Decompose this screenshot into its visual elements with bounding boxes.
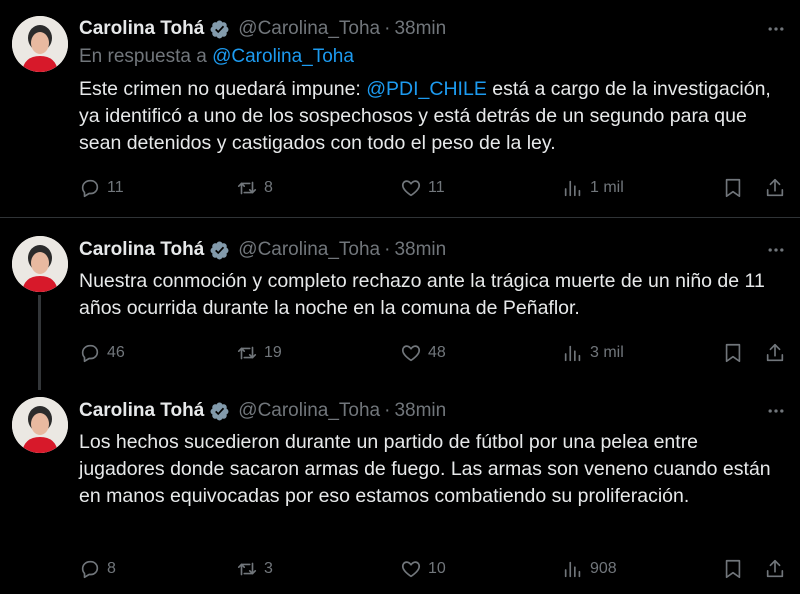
timestamp[interactable]: 38min	[394, 400, 446, 422]
action-bar: 8 3 10 908	[0, 554, 800, 584]
separator: ·	[384, 400, 391, 421]
retweet-button[interactable]: 3	[236, 554, 273, 584]
verified-badge-icon	[210, 241, 229, 259]
retweet-count: 19	[264, 344, 282, 361]
like-count: 48	[428, 344, 446, 361]
reply-count: 11	[107, 179, 124, 196]
reply-icon	[81, 179, 99, 198]
separator: ·	[384, 239, 391, 260]
reply-prefix: En respuesta a	[79, 46, 207, 67]
more-options-icon[interactable]	[764, 399, 788, 423]
views-count: 908	[590, 560, 617, 577]
avatar[interactable]	[12, 236, 68, 292]
tweet-2[interactable]: Carolina Tohá @Carolina_Toha · 38min Nue…	[0, 219, 800, 390]
bookmark-button[interactable]	[722, 173, 744, 203]
author-handle[interactable]: @Carolina_Toha	[238, 18, 380, 40]
retweet-icon	[237, 562, 257, 576]
bookmark-icon	[725, 343, 741, 363]
share-button[interactable]	[764, 554, 786, 584]
like-button[interactable]: 11	[400, 173, 445, 203]
heart-icon	[401, 345, 421, 362]
like-count: 11	[428, 179, 445, 196]
views-chart-icon	[564, 180, 581, 197]
reply-button[interactable]: 8	[79, 554, 116, 584]
tweet-text: Este crimen no quedará impune: @PDI_CHIL…	[79, 76, 779, 157]
like-button[interactable]: 48	[400, 338, 446, 368]
share-icon	[766, 178, 784, 197]
timestamp[interactable]: 38min	[394, 18, 446, 40]
bookmark-button[interactable]	[722, 554, 744, 584]
reply-icon	[81, 560, 99, 579]
heart-icon	[401, 561, 421, 578]
reply-context: En respuesta a @Carolina_Toha	[79, 46, 354, 68]
tweet-text: Los hechos sucedieron durante un partido…	[79, 431, 771, 507]
retweet-button[interactable]: 19	[236, 338, 282, 368]
retweet-button[interactable]: 8	[236, 173, 273, 203]
views-chart-icon	[564, 561, 581, 578]
verified-badge-icon	[210, 20, 229, 38]
bookmark-button[interactable]	[722, 338, 744, 368]
tweet-3[interactable]: Carolina Tohá @Carolina_Toha · 38min Los…	[0, 389, 800, 594]
bookmark-icon	[725, 178, 741, 198]
reply-button[interactable]: 11	[79, 173, 124, 203]
views-count: 1 mil	[590, 179, 624, 196]
mention-link[interactable]: @PDI_CHILE	[366, 78, 487, 100]
views-button[interactable]: 908	[562, 554, 617, 584]
tweet-1[interactable]: Carolina Tohá @Carolina_Toha · 38min En …	[0, 0, 800, 218]
action-bar: 46 19 48 3 mil	[0, 338, 800, 368]
tweet-text-part: Este crimen no quedará impune:	[79, 78, 367, 100]
author-name[interactable]: Carolina Tohá	[79, 18, 204, 40]
author-handle[interactable]: @Carolina_Toha	[238, 400, 380, 422]
retweet-count: 8	[264, 179, 273, 196]
reply-button[interactable]: 46	[79, 338, 125, 368]
bookmark-icon	[725, 559, 741, 579]
reply-handle-link[interactable]: @Carolina_Toha	[212, 46, 354, 67]
tweet-text: Nuestra conmoción y completo rechazo ant…	[79, 270, 765, 319]
more-options-icon[interactable]	[764, 238, 788, 262]
author-handle[interactable]: @Carolina_Toha	[238, 239, 380, 261]
timestamp[interactable]: 38min	[394, 239, 446, 261]
like-button[interactable]: 10	[400, 554, 446, 584]
avatar[interactable]	[12, 16, 68, 72]
verified-badge-icon	[210, 402, 229, 420]
separator: ·	[384, 18, 391, 39]
views-button[interactable]: 1 mil	[562, 173, 624, 203]
author-name[interactable]: Carolina Tohá	[79, 239, 204, 261]
like-count: 10	[428, 560, 446, 577]
action-bar: 11 8 11 1 mil	[0, 173, 800, 203]
views-button[interactable]: 3 mil	[562, 338, 624, 368]
reply-count: 46	[107, 344, 125, 361]
share-icon	[766, 343, 784, 362]
views-chart-icon	[564, 345, 581, 362]
reply-icon	[81, 344, 99, 363]
heart-icon	[401, 180, 421, 197]
views-count: 3 mil	[590, 344, 624, 361]
share-button[interactable]	[764, 338, 786, 368]
retweet-icon	[237, 181, 257, 195]
share-button[interactable]	[764, 173, 786, 203]
retweet-count: 3	[264, 560, 273, 577]
author-name[interactable]: Carolina Tohá	[79, 400, 204, 422]
more-options-icon[interactable]	[764, 17, 788, 41]
avatar[interactable]	[12, 397, 68, 453]
retweet-icon	[237, 346, 257, 360]
share-icon	[766, 559, 784, 578]
reply-count: 8	[107, 560, 116, 577]
